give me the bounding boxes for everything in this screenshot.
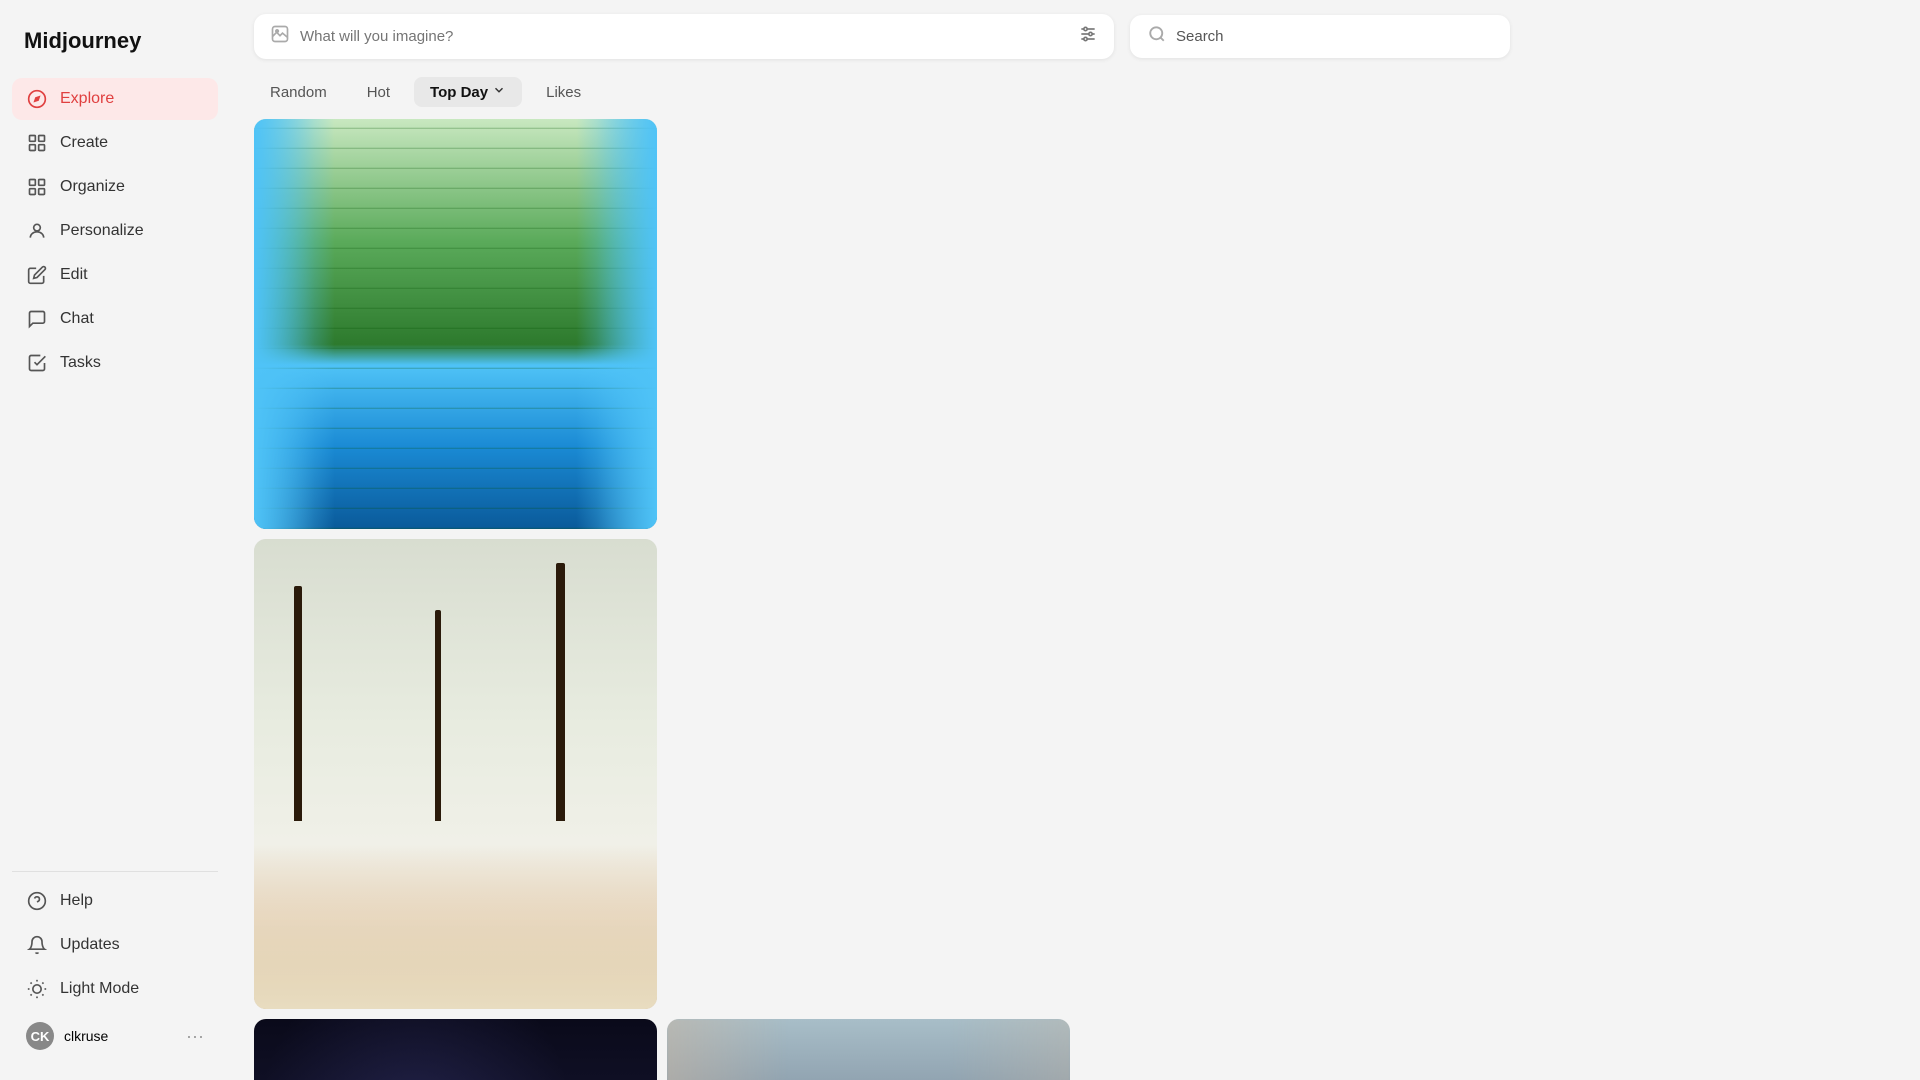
- sidebar-label-chat: Chat: [60, 310, 94, 328]
- search-label: Search: [1176, 28, 1224, 45]
- sidebar-label-help: Help: [60, 892, 93, 910]
- sidebar-item-organize[interactable]: Organize: [12, 166, 218, 208]
- sidebar-user[interactable]: CK clkruse ···: [12, 1012, 218, 1060]
- sidebar-label-create: Create: [60, 134, 108, 152]
- global-search[interactable]: Search: [1130, 15, 1510, 58]
- prompt-search-bar[interactable]: [254, 14, 1114, 59]
- gallery-item-train[interactable]: [254, 119, 657, 529]
- tab-hot[interactable]: Hot: [351, 78, 406, 107]
- sidebar-label-light-mode: Light Mode: [60, 980, 139, 998]
- gallery-item-winter[interactable]: [254, 539, 657, 1009]
- pencil-icon: [26, 264, 48, 286]
- username: clkruse: [64, 1028, 176, 1044]
- filter-tabs: Random Hot Top Day Likes: [230, 73, 1920, 119]
- tab-top-day[interactable]: Top Day: [414, 77, 522, 107]
- sidebar-item-updates[interactable]: Updates: [12, 924, 218, 966]
- sidebar-label-tasks: Tasks: [60, 354, 101, 372]
- sidebar-label-edit: Edit: [60, 266, 88, 284]
- sidebar-item-tasks[interactable]: Tasks: [12, 342, 218, 384]
- sidebar-label-organize: Organize: [60, 178, 125, 196]
- gallery: [230, 119, 1920, 1080]
- sidebar: Midjourney Explore Create Organize: [0, 0, 230, 1080]
- tab-random[interactable]: Random: [254, 78, 343, 107]
- topbar: Search: [230, 0, 1920, 73]
- sidebar-bottom: Help Updates Light Mode CK clkruse ···: [12, 871, 218, 1060]
- sidebar-item-explore[interactable]: Explore: [12, 78, 218, 120]
- sidebar-label-personalize: Personalize: [60, 222, 144, 240]
- main-content: Search Random Hot Top Day Likes: [230, 0, 1920, 1080]
- sidebar-item-personalize[interactable]: Personalize: [12, 210, 218, 252]
- avatar: CK: [26, 1022, 54, 1050]
- gallery-item-astro[interactable]: [254, 1019, 657, 1080]
- search-icon: [1148, 25, 1166, 48]
- image-search-icon: [270, 24, 290, 49]
- compass-icon: [26, 88, 48, 110]
- bell-icon: [26, 934, 48, 956]
- help-circle-icon: [26, 890, 48, 912]
- gallery-grid: [254, 119, 1896, 1080]
- sidebar-item-create[interactable]: Create: [12, 122, 218, 164]
- more-options-icon[interactable]: ···: [186, 1026, 204, 1047]
- sidebar-item-chat[interactable]: Chat: [12, 298, 218, 340]
- sun-icon: [26, 978, 48, 1000]
- app-logo: Midjourney: [12, 20, 218, 78]
- user-circle-icon: [26, 220, 48, 242]
- sidebar-item-light-mode[interactable]: Light Mode: [12, 968, 218, 1010]
- chevron-down-icon: [492, 83, 506, 101]
- grid-icon: [26, 176, 48, 198]
- tab-likes[interactable]: Likes: [530, 78, 597, 107]
- sidebar-item-edit[interactable]: Edit: [12, 254, 218, 296]
- gallery-item-blur[interactable]: [667, 1019, 1070, 1080]
- sidebar-label-updates: Updates: [60, 936, 120, 954]
- chat-icon: [26, 308, 48, 330]
- sidebar-nav: Explore Create Organize Personalize: [12, 78, 218, 863]
- sidebar-label-explore: Explore: [60, 90, 114, 108]
- sidebar-item-help[interactable]: Help: [12, 880, 218, 922]
- filter-sliders-icon[interactable]: [1078, 24, 1098, 49]
- tasks-icon: [26, 352, 48, 374]
- prompt-input[interactable]: [300, 28, 1068, 45]
- sparkle-icon: [26, 132, 48, 154]
